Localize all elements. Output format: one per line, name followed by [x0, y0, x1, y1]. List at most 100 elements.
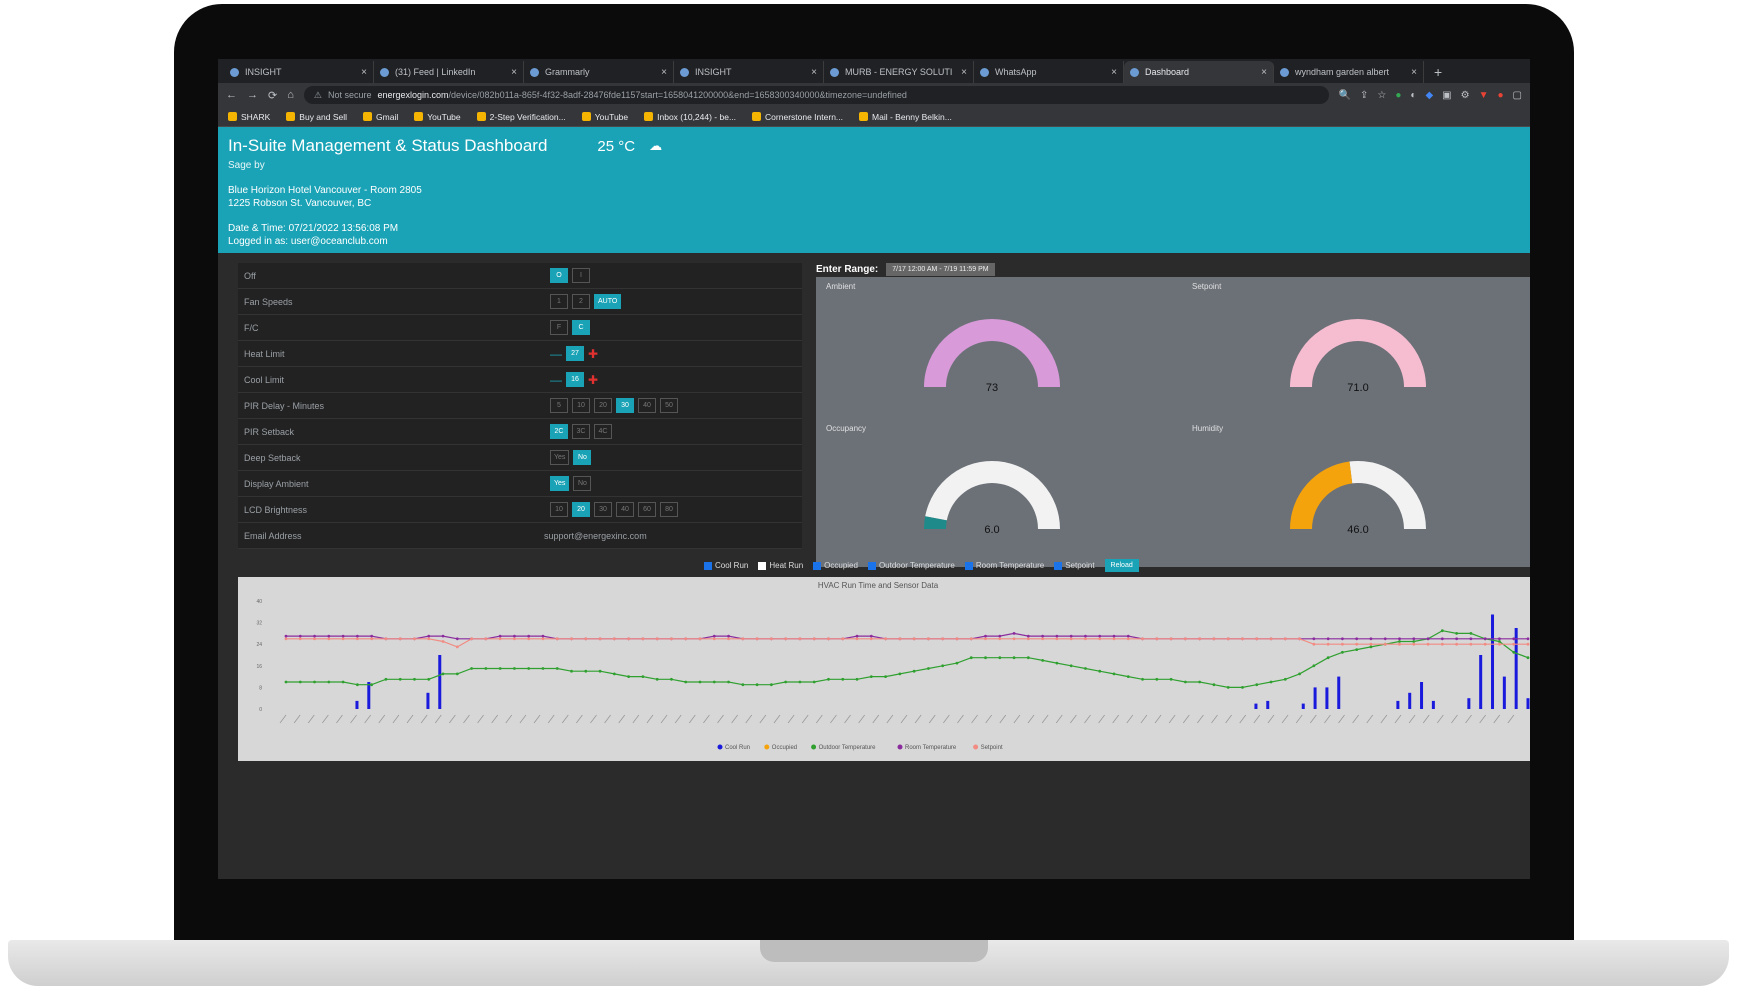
bookmark-item[interactable]: Inbox (10,244) - be... — [644, 112, 736, 122]
browser-tab[interactable]: MURB - ENERGY SOLUTI × — [824, 61, 974, 83]
forward-icon[interactable]: → — [247, 89, 258, 101]
checkbox-icon[interactable] — [813, 561, 822, 570]
range-input[interactable]: 7/17 12:00 AM - 7/19 11:59 PM — [886, 263, 995, 276]
extension-icon[interactable]: ▣ — [1442, 90, 1451, 101]
option-button[interactable]: 10 — [572, 398, 590, 413]
back-icon[interactable]: ← — [226, 89, 237, 101]
bookmark-item[interactable]: YouTube — [414, 112, 461, 122]
bookmark-item[interactable]: Buy and Sell — [286, 112, 347, 122]
checkbox-icon[interactable] — [964, 561, 973, 570]
checkbox-icon[interactable] — [1054, 561, 1063, 570]
option-button[interactable]: 80 — [660, 502, 678, 517]
filter-checkbox[interactable]: Setpoint — [1054, 561, 1095, 570]
option-button[interactable]: C — [572, 320, 590, 335]
option-button[interactable]: O — [550, 268, 568, 283]
series-point — [284, 634, 288, 638]
extension-icon[interactable]: ◆ — [1425, 90, 1433, 101]
gauge-card: 71.0 Setpoint — [1182, 277, 1530, 425]
close-icon[interactable]: × — [511, 67, 517, 78]
bookmark-item[interactable]: Gmail — [363, 112, 398, 122]
option-button[interactable]: 20 — [572, 502, 590, 517]
series-point — [1212, 637, 1216, 641]
plus-icon[interactable]: ✚ — [588, 373, 598, 387]
browser-tab[interactable]: wyndham garden albert × — [1274, 61, 1424, 83]
zoom-icon[interactable]: 🔍 — [1339, 90, 1351, 101]
option-button[interactable]: I — [572, 268, 590, 283]
browser-tab[interactable]: INSIGHT × — [674, 61, 824, 83]
close-icon[interactable]: × — [361, 67, 367, 78]
checkbox-icon[interactable] — [704, 561, 712, 570]
bookmark-item[interactable]: 2-Step Verification... — [476, 112, 566, 122]
control-row: Deep Setback Yes No — [238, 445, 802, 471]
reload-icon[interactable]: ⟳ — [268, 89, 277, 102]
browser-tab[interactable]: INSIGHT × — [224, 61, 374, 83]
bookmark-item[interactable]: Cornerstone Intern... — [752, 112, 843, 122]
filter-checkbox[interactable]: Room Temperature — [964, 561, 1044, 570]
extension-icon[interactable]: ◐ — [1410, 90, 1416, 101]
option-button[interactable]: 40 — [616, 502, 634, 517]
filter-checkbox[interactable]: Heat Run — [758, 561, 803, 570]
option-button[interactable]: 2C — [550, 424, 568, 439]
option-button[interactable]: 20 — [594, 398, 612, 413]
bookmark-item[interactable]: YouTube — [581, 112, 628, 122]
option-button[interactable]: 30 — [616, 398, 634, 413]
checkbox-icon[interactable] — [758, 561, 767, 570]
share-icon[interactable]: ⇪ — [1360, 90, 1368, 101]
extension-icon[interactable]: ⚙ — [1461, 90, 1470, 101]
warning-icon: ⚠ — [313, 89, 322, 100]
filter-label: Heat Run — [769, 561, 804, 570]
browser-tab[interactable]: (31) Feed | LinkedIn × — [374, 61, 524, 83]
profile-icon[interactable]: ▢ — [1513, 90, 1522, 101]
close-icon[interactable]: × — [1111, 67, 1117, 78]
close-icon[interactable]: × — [1261, 67, 1267, 78]
star-icon[interactable]: ☆ — [1377, 90, 1386, 101]
close-icon[interactable]: × — [1411, 67, 1417, 78]
option-button[interactable]: 40 — [638, 398, 656, 413]
url-field[interactable]: ⚠ Not secure energexlogin.com /device/08… — [303, 86, 1329, 104]
option-button[interactable]: 30 — [594, 502, 612, 517]
option-button[interactable]: 10 — [550, 502, 568, 517]
browser-tab[interactable]: Grammarly × — [524, 61, 674, 83]
option-button[interactable]: 3C — [572, 424, 590, 439]
option-button[interactable]: No — [573, 476, 592, 491]
option-button[interactable]: 50 — [660, 398, 678, 413]
filter-checkbox[interactable]: Cool Run — [704, 561, 748, 570]
option-button[interactable]: 4C — [594, 424, 612, 439]
option-button[interactable]: 60 — [638, 502, 656, 517]
minus-icon[interactable]: — — [550, 347, 562, 361]
option-button[interactable]: F — [550, 320, 568, 335]
series-point — [1069, 637, 1073, 641]
option-button[interactable]: 1 — [550, 294, 568, 309]
reload-button[interactable]: Reload — [1104, 559, 1139, 572]
close-icon[interactable]: × — [961, 67, 967, 78]
option-button[interactable]: AUTO — [594, 294, 622, 309]
extension-icon[interactable]: ● — [1498, 90, 1504, 101]
home-icon[interactable]: ⌂ — [287, 89, 294, 101]
new-tab-button[interactable]: + — [1424, 61, 1452, 83]
option-button[interactable]: 2 — [572, 294, 590, 309]
browser-tab[interactable]: Dashboard × — [1124, 61, 1274, 83]
checkbox-icon[interactable] — [867, 561, 876, 570]
control-label: Cool Limit — [244, 374, 285, 385]
legend-label: Outdoor Temperature — [819, 745, 877, 751]
legend-swatch — [897, 744, 903, 750]
option-button[interactable]: Yes — [550, 450, 570, 465]
bookmark-item[interactable]: Mail - Benny Belkin... — [859, 112, 952, 122]
control-row: Display Ambient Yes No — [238, 471, 802, 497]
bookmark-item[interactable]: SHARK — [228, 112, 270, 122]
extension-icon[interactable]: ● — [1395, 90, 1401, 101]
filter-checkbox[interactable]: Occupied — [813, 561, 858, 570]
close-icon[interactable]: × — [811, 67, 817, 78]
series-point — [1126, 675, 1130, 678]
extension-icon[interactable]: ▼ — [1479, 90, 1489, 101]
option-button[interactable]: 5 — [550, 398, 568, 413]
minus-icon[interactable]: — — [550, 373, 562, 387]
close-icon[interactable]: × — [661, 67, 667, 78]
option-button[interactable]: No — [573, 450, 592, 465]
browser-tab[interactable]: WhatsApp × — [974, 61, 1124, 83]
plus-icon[interactable]: ✚ — [588, 347, 598, 361]
x-tick-mark — [1182, 714, 1190, 724]
filter-checkbox[interactable]: Outdoor Temperature — [867, 561, 955, 570]
tab-favicon-icon — [1130, 67, 1139, 77]
option-button[interactable]: Yes — [550, 476, 570, 491]
